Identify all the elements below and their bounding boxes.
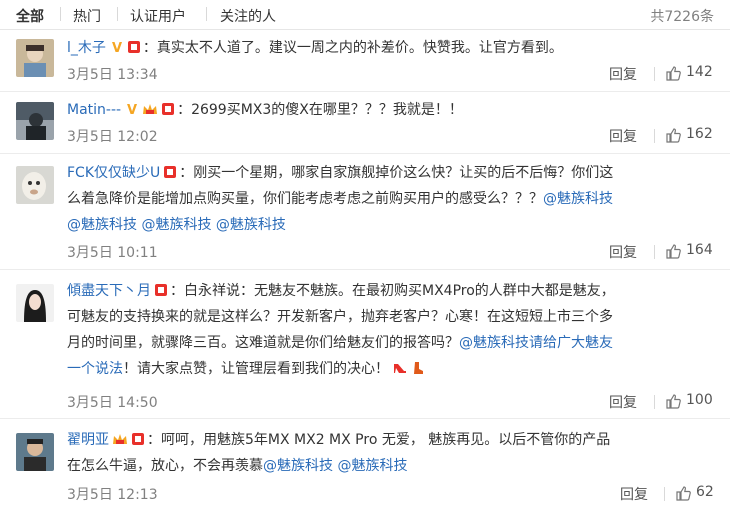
tab-following[interactable]: 关注的人 <box>220 6 276 26</box>
tab-all[interactable]: 全部 <box>16 6 44 26</box>
username[interactable]: Matin--- <box>67 102 121 118</box>
boot-emoji-icon <box>414 362 423 374</box>
comment-time: 3月5日 12:13 <box>67 487 158 503</box>
comment-body-line: 在怎么牛逼，放心，不会再羡慕@魅族科技 @魅族科技 <box>67 453 407 479</box>
comment-body-line: 可魅友的支持换来的就是这样么？开发新客户，抛弃老客户？心寒！在这短短上市三个多 <box>67 304 613 330</box>
mention-link[interactable]: @魅族科技 <box>543 191 613 207</box>
mention-link[interactable]: @魅族科技 <box>216 217 286 233</box>
mention-link[interactable]: @魅族科技 <box>141 217 211 233</box>
reply-button[interactable]: 回复 <box>609 126 637 146</box>
comment-item: FCK仅仅缺少U ：刚买一个星期，哪家自家旗舰掉价这么快？让买的后不后悔？你们这 … <box>0 154 730 270</box>
like-count: 142 <box>686 64 713 80</box>
username[interactable]: 翟明亚 <box>67 432 109 448</box>
tab-divider <box>60 7 61 21</box>
action-divider <box>654 395 655 409</box>
comment-body: Matin--- V ：2699买MX3的傻X在哪里？？？我就是！！ <box>67 97 463 123</box>
comment-time: 3月5日 13:34 <box>67 67 158 83</box>
crown-badge-icon <box>113 434 127 444</box>
comment-body-line: 么着急降价是能增加点购买量，你们能考虑考虑之前购买用户的感受么？？？@魅族科技 <box>67 186 613 212</box>
comment-item: Matin--- V ：2699买MX3的傻X在哪里？？？我就是！！ 3月5日 12… <box>0 92 730 154</box>
thumbs-up-icon[interactable] <box>675 485 691 501</box>
comment-body-line: 傾盡天下丶月 ：白永祥说：无魅友不魅族。在最初购买MX4Pro的人群中大都是魅友， <box>67 278 615 304</box>
vip-badge-icon <box>164 166 177 178</box>
comment-time: 3月5日 10:11 <box>67 245 158 261</box>
avatar-image <box>16 284 54 322</box>
username[interactable]: l_木子 <box>67 40 106 56</box>
avatar[interactable] <box>16 102 54 140</box>
tab-hot[interactable]: 热门 <box>73 6 101 26</box>
avatar-image <box>16 39 54 77</box>
tab-verified-users[interactable]: 认证用户 <box>130 6 186 26</box>
comment-body-line: FCK仅仅缺少U ：刚买一个星期，哪家自家旗舰掉价这么快？让买的后不后悔？你们这 <box>67 160 613 186</box>
username[interactable]: FCK仅仅缺少U <box>67 165 160 181</box>
comment-text: ：白永祥说：无魅友不魅族。在最初购买MX4Pro的人群中大都是魅友， <box>170 283 615 299</box>
tab-divider <box>117 7 118 21</box>
action-divider <box>654 67 655 81</box>
reply-button[interactable]: 回复 <box>609 392 637 412</box>
avatar-image <box>16 433 54 471</box>
action-divider <box>654 129 655 143</box>
like-count: 62 <box>696 484 714 500</box>
avatar-image <box>16 166 54 204</box>
comment-text: ！请大家点赞，让管理层看到我们的决心！ <box>123 361 389 377</box>
comment-text: 可魅友的支持换来的就是这样么？开发新客户，抛弃老客户？心寒！在这短短上市三个多 <box>67 309 613 325</box>
comment-item: l_木子 V ：真实太不人道了。建议一周之内的补差价。快赞我。让官方看到。 3月5日… <box>0 31 730 92</box>
reply-button[interactable]: 回复 <box>620 484 648 504</box>
username[interactable]: 傾盡天下丶月 <box>67 283 151 299</box>
mention-link[interactable]: @魅族科技请给广大魅友 <box>459 335 613 351</box>
avatar[interactable] <box>16 284 54 322</box>
mention-link[interactable]: @魅族科技 <box>337 458 407 474</box>
comment-body-line: 翟明亚 ：呵呵，用魅族5年MX MX2 MX Pro 无爱， 魅族再见。以后不管你… <box>67 427 610 453</box>
like-count: 100 <box>686 392 713 408</box>
verified-v-icon: V <box>127 103 137 116</box>
comment-body-line: 一个说法！请大家点赞，让管理层看到我们的决心！ <box>67 356 425 382</box>
thumbs-up-icon[interactable] <box>665 65 681 81</box>
svg-text:V: V <box>112 41 122 54</box>
comment-item: 傾盡天下丶月 ：白永祥说：无魅友不魅族。在最初购买MX4Pro的人群中大都是魅友，… <box>0 270 730 419</box>
vip-badge-icon <box>132 433 144 445</box>
comment-body-line: 月的时间里，就骤降三百。这难道就是你们给魅友们的报答吗？@魅族科技请给广大魅友 <box>67 330 613 356</box>
comment-text: 月的时间里，就骤降三百。这难道就是你们给魅友们的报答吗？ <box>67 335 459 351</box>
verified-v-icon: V <box>112 41 122 54</box>
mention-link[interactable]: 一个说法 <box>67 361 123 377</box>
reply-button[interactable]: 回复 <box>609 242 637 262</box>
vip-badge-icon <box>127 41 140 53</box>
comment-text: 在怎么牛逼，放心，不会再羡慕 <box>67 458 263 474</box>
comment-body: l_木子 V ：真实太不人道了。建议一周之内的补差价。快赞我。让官方看到。 <box>67 35 563 61</box>
comment-item: 翟明亚 ：呵呵，用魅族5年MX MX2 MX Pro 无爱， 魅族再见。以后不管你… <box>0 419 730 511</box>
vip-badge-icon <box>155 284 167 296</box>
action-divider <box>654 245 655 259</box>
reply-button[interactable]: 回复 <box>609 64 637 84</box>
action-divider <box>664 487 665 501</box>
comment-time: 3月5日 12:02 <box>67 129 158 145</box>
avatar[interactable] <box>16 166 54 204</box>
comment-body-line: @魅族科技 @魅族科技 @魅族科技 <box>67 212 286 238</box>
comment-filter-tabs: 全部 热门 认证用户 关注的人 共7226条 <box>0 0 730 30</box>
crown-badge-icon <box>143 104 158 114</box>
comment-total-count: 共7226条 <box>650 9 714 25</box>
comment-text: ：2699买MX3的傻X在哪里？？？我就是！！ <box>177 102 463 118</box>
comment-text: 么着急降价是能增加点购买量，你们能考虑考虑之前购买用户的感受么？？？ <box>67 191 543 207</box>
avatar[interactable] <box>16 39 54 77</box>
comment-text: ：真实太不人道了。建议一周之内的补差价。快赞我。让官方看到。 <box>142 40 563 56</box>
like-count: 164 <box>686 242 713 258</box>
tab-divider <box>206 7 207 21</box>
mention-link[interactable]: @魅族科技 <box>67 217 137 233</box>
mention-link[interactable]: @魅族科技 <box>263 458 333 474</box>
high-heel-emoji-icon <box>394 364 406 373</box>
thumbs-up-icon[interactable] <box>665 243 681 259</box>
svg-text:V: V <box>127 103 137 116</box>
thumbs-up-icon[interactable] <box>665 127 681 143</box>
avatar[interactable] <box>16 433 54 471</box>
vip-badge-icon <box>162 103 175 115</box>
like-count: 162 <box>686 126 713 142</box>
comment-time: 3月5日 14:50 <box>67 395 158 411</box>
avatar-image <box>16 102 54 140</box>
comment-text: ：呵呵，用魅族5年MX MX2 MX Pro 无爱， 魅族再见。以后不管你的产品 <box>147 432 611 448</box>
thumbs-up-icon[interactable] <box>665 393 681 409</box>
comment-text: ：刚买一个星期，哪家自家旗舰掉价这么快？让买的后不后悔？你们这 <box>179 165 614 181</box>
